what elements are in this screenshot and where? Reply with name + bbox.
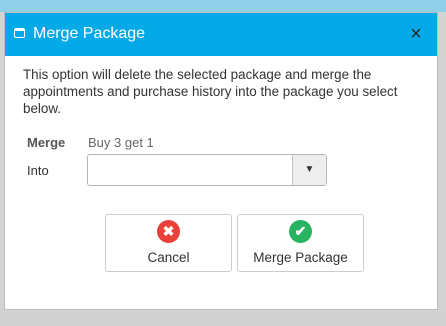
merge-package-button[interactable]: ✔ Merge Package: [237, 214, 364, 272]
dialog-titlebar: Merge Package ×: [5, 13, 437, 56]
dialog-title: Merge Package: [33, 25, 146, 42]
check-circle-icon: ✔: [289, 220, 312, 243]
x-circle-icon: ✖: [157, 220, 180, 243]
dialog-description: This option will delete the selected pac…: [23, 67, 398, 116]
backdrop-bottom: [0, 312, 446, 326]
merge-package-button-label: Merge Package: [253, 250, 348, 265]
close-icon[interactable]: ×: [405, 23, 427, 45]
chevron-down-icon[interactable]: ▼: [292, 155, 326, 185]
window-icon: [14, 28, 25, 38]
into-label: Into: [27, 163, 49, 178]
backdrop-top: [0, 0, 446, 12]
merge-package-value: Buy 3 get 1: [88, 135, 154, 150]
into-package-select[interactable]: ▼: [87, 154, 327, 186]
merge-label: Merge: [27, 135, 66, 150]
cancel-button[interactable]: ✖ Cancel: [105, 214, 232, 272]
merge-package-dialog: Merge Package × This option will delete …: [4, 12, 438, 310]
cancel-button-label: Cancel: [147, 250, 190, 265]
